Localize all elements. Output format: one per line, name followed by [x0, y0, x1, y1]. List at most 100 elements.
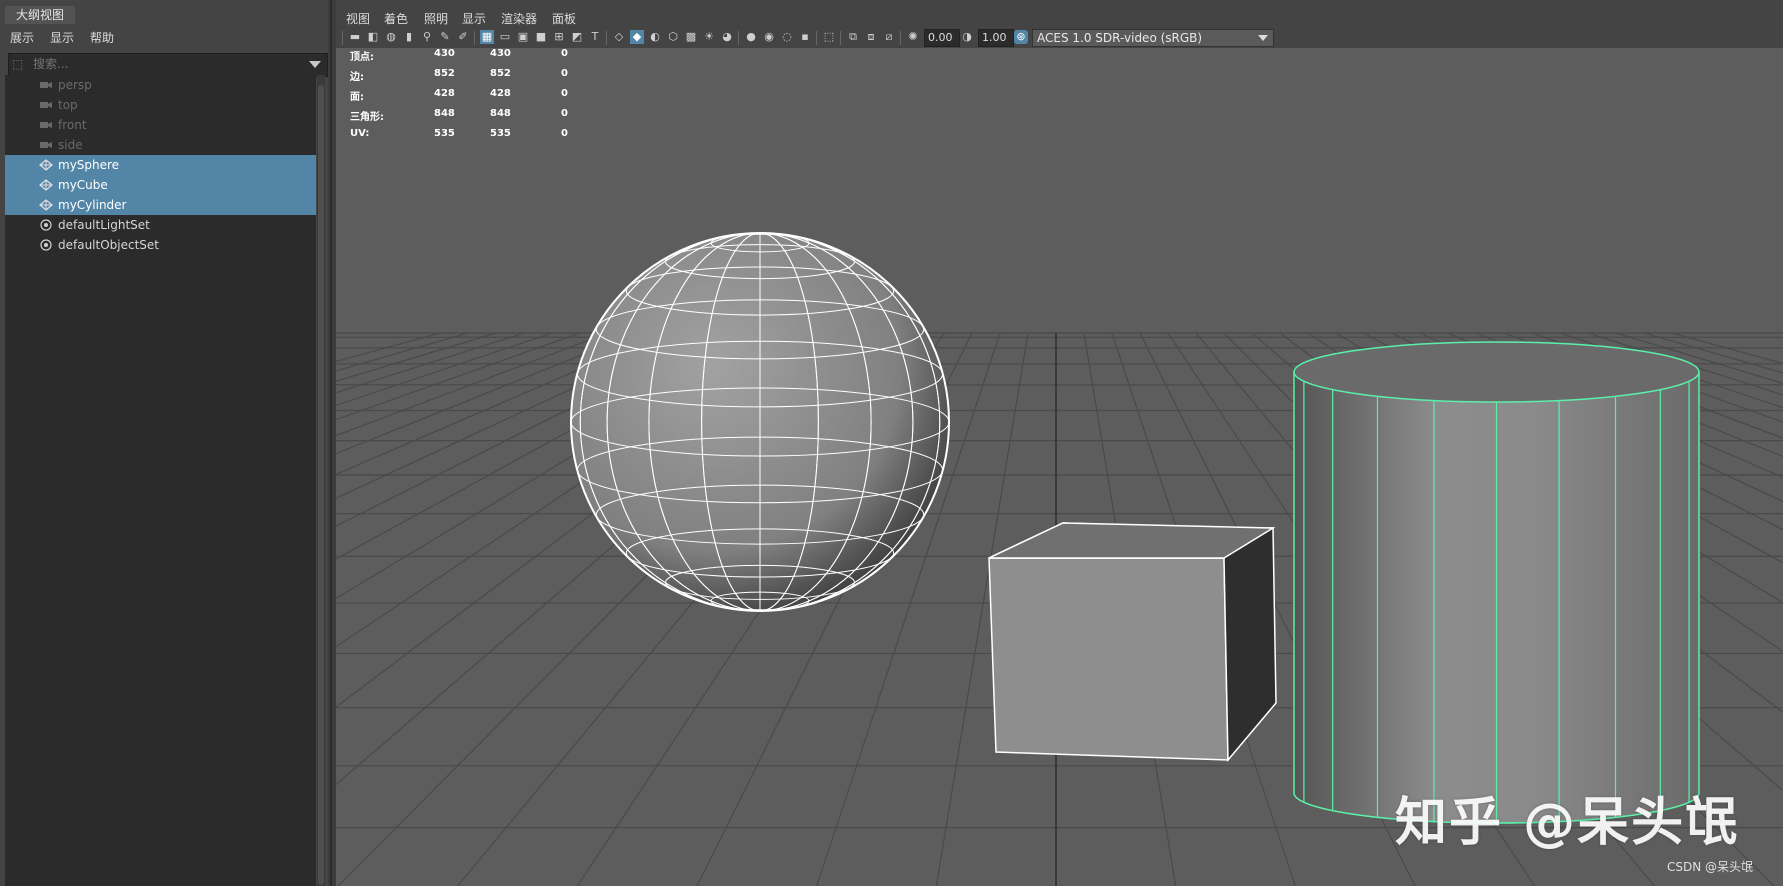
gate-mask-icon[interactable]: ■	[534, 30, 548, 44]
view-transform-label: ACES 1.0 SDR-video (sRGB)	[1037, 31, 1203, 45]
grease-pencil-icon[interactable]: ✎	[438, 30, 452, 44]
xray-icon[interactable]: ⧉	[846, 30, 860, 44]
outliner-menu-help[interactable]: 帮助	[90, 29, 114, 46]
hud-value: 0	[561, 68, 568, 79]
outliner-item-label: defaultObjectSet	[58, 238, 160, 252]
grid-icon[interactable]: ▦	[480, 30, 494, 44]
outliner-search-input[interactable]	[33, 56, 293, 72]
viewport-menu-lighting[interactable]: 照明	[424, 10, 448, 27]
toolbar-separator	[474, 31, 475, 45]
xray-joints-icon[interactable]: ⧈	[864, 30, 878, 44]
hud-value: 428	[434, 88, 455, 99]
isolate-select-icon[interactable]: ⬚	[822, 30, 836, 44]
depth-of-field-icon[interactable]: ▪	[798, 30, 812, 44]
viewport-menu-show[interactable]: 显示	[462, 10, 486, 27]
viewport-menu-view[interactable]: 视图	[346, 10, 370, 27]
viewport-menubar: 视图 着色 照明 显示 渲染器 面板	[336, 6, 1783, 28]
hud-value: 848	[490, 108, 511, 119]
wireframe-on-shaded-icon[interactable]: ⬡	[666, 30, 680, 44]
camera-icon	[40, 122, 52, 128]
outliner-menu-show[interactable]: 展示	[10, 29, 34, 46]
toolbar-separator	[816, 31, 817, 45]
gamma-field[interactable]: 1.00	[978, 29, 1014, 47]
hud-value: 430	[490, 48, 511, 59]
hud-value: 0	[561, 128, 568, 139]
xray-components-icon[interactable]: ⧄	[882, 30, 896, 44]
camera-icon	[40, 102, 52, 108]
mesh-icon	[39, 179, 53, 191]
shadows-icon[interactable]: ◕	[720, 30, 734, 44]
wireframe-icon[interactable]: ◇	[612, 30, 626, 44]
exposure-icon[interactable]: ✺	[906, 30, 920, 44]
exposure-field[interactable]: 0.00	[924, 29, 960, 47]
hud-value: 535	[434, 128, 455, 139]
outliner-item-defaultlightset[interactable]: defaultLightSet	[5, 215, 316, 235]
safe-title-icon[interactable]: T	[588, 30, 602, 44]
camera-bookmark-icon[interactable]: ◍	[384, 30, 398, 44]
antialiasing-icon[interactable]: ◌	[780, 30, 794, 44]
bookmark-icon[interactable]: ▮	[402, 30, 416, 44]
default-material-icon[interactable]: ◐	[648, 30, 662, 44]
outliner-item-label: front	[58, 118, 87, 132]
film-gate-icon[interactable]: ▭	[498, 30, 512, 44]
cube-front-face	[988, 557, 1229, 761]
hud-value: 428	[490, 88, 511, 99]
viewport-menu-shading[interactable]: 着色	[384, 10, 408, 27]
set-icon	[40, 239, 52, 251]
maya-window: 大纲视图 展示 显示 帮助 ⬚ persp top front	[0, 0, 1783, 886]
toolbar-separator	[606, 31, 607, 45]
hud-value: 0	[561, 108, 568, 119]
pen-icon[interactable]: ✐	[456, 30, 470, 44]
set-icon	[40, 219, 52, 231]
outliner-item-defaultobjectset[interactable]: defaultObjectSet	[5, 235, 316, 255]
resolution-gate-icon[interactable]: ▣	[516, 30, 530, 44]
image-plane-icon[interactable]: ⚲	[420, 30, 434, 44]
hud-value: 848	[434, 108, 455, 119]
outliner-item-front[interactable]: front	[5, 115, 316, 135]
hud-label: 三角形:	[350, 112, 384, 123]
outliner-list: persp top front side mySphere myCube myC…	[5, 75, 316, 886]
camera-attributes-icon[interactable]: ◧	[366, 30, 380, 44]
grid-line	[336, 332, 469, 372]
viewport-menu-renderer[interactable]: 渲染器	[501, 10, 537, 27]
3d-viewport[interactable]: 顶点: 430 430 0 边: 852 852 0 面: 428 428 0	[336, 48, 1783, 886]
zhihu-watermark: 知乎 @呆头氓	[1395, 793, 1740, 853]
ambient-occlusion-icon[interactable]: ●	[744, 30, 758, 44]
outliner-menubar: 展示 显示 帮助	[0, 26, 320, 46]
motion-blur-icon[interactable]: ◉	[762, 30, 776, 44]
gamma-icon[interactable]: ◑	[960, 30, 974, 44]
hud-value: 0	[561, 48, 568, 59]
chevron-down-icon[interactable]	[309, 61, 321, 68]
scene-canvas[interactable]	[336, 48, 1783, 886]
outliner-item-mysphere[interactable]: mySphere	[5, 155, 316, 175]
hud-label: 面:	[350, 92, 364, 103]
outliner-panel: 大纲视图 展示 显示 帮助 ⬚ persp top front	[0, 0, 328, 886]
filter-icon[interactable]: ⬚	[12, 57, 26, 71]
textured-icon[interactable]: ▩	[684, 30, 698, 44]
outliner-item-mycube[interactable]: myCube	[5, 175, 316, 195]
color-management-icon[interactable]: ⊛	[1014, 30, 1028, 44]
outliner-item-label: persp	[58, 78, 92, 92]
outliner-scrollbar[interactable]	[317, 75, 325, 886]
outliner-item-side[interactable]: side	[5, 135, 316, 155]
smooth-shade-icon[interactable]: ◆	[630, 30, 644, 44]
outliner-item-mycylinder[interactable]: myCylinder	[5, 195, 316, 215]
grid-line	[336, 332, 581, 421]
lights-icon[interactable]: ☀	[702, 30, 716, 44]
view-transform-dropdown[interactable]: ACES 1.0 SDR-video (sRGB)	[1032, 29, 1274, 47]
viewport-menu-panels[interactable]: 面板	[552, 10, 576, 27]
outliner-item-persp[interactable]: persp	[5, 75, 316, 95]
outliner-item-top[interactable]: top	[5, 95, 316, 115]
field-chart-icon[interactable]: ⊞	[552, 30, 566, 44]
cylinder-top-cap	[1293, 341, 1700, 403]
outliner-menu-display[interactable]: 显示	[50, 29, 74, 46]
outliner-item-label: myCube	[58, 178, 108, 192]
scrollbar-thumb[interactable]	[318, 85, 324, 885]
panel-splitter[interactable]	[328, 0, 336, 886]
select-camera-icon[interactable]: ▬	[348, 30, 362, 44]
outliner-tab[interactable]: 大纲视图	[5, 6, 75, 24]
grid-line	[336, 332, 553, 407]
viewport-panel: 视图 着色 照明 显示 渲染器 面板 ▬ ◧ ◍ ▮ ⚲ ✎ ✐ ▦ ▭ ▣ ■…	[336, 6, 1783, 886]
safe-action-icon[interactable]: ◩	[570, 30, 584, 44]
outliner-item-label: top	[58, 98, 78, 112]
